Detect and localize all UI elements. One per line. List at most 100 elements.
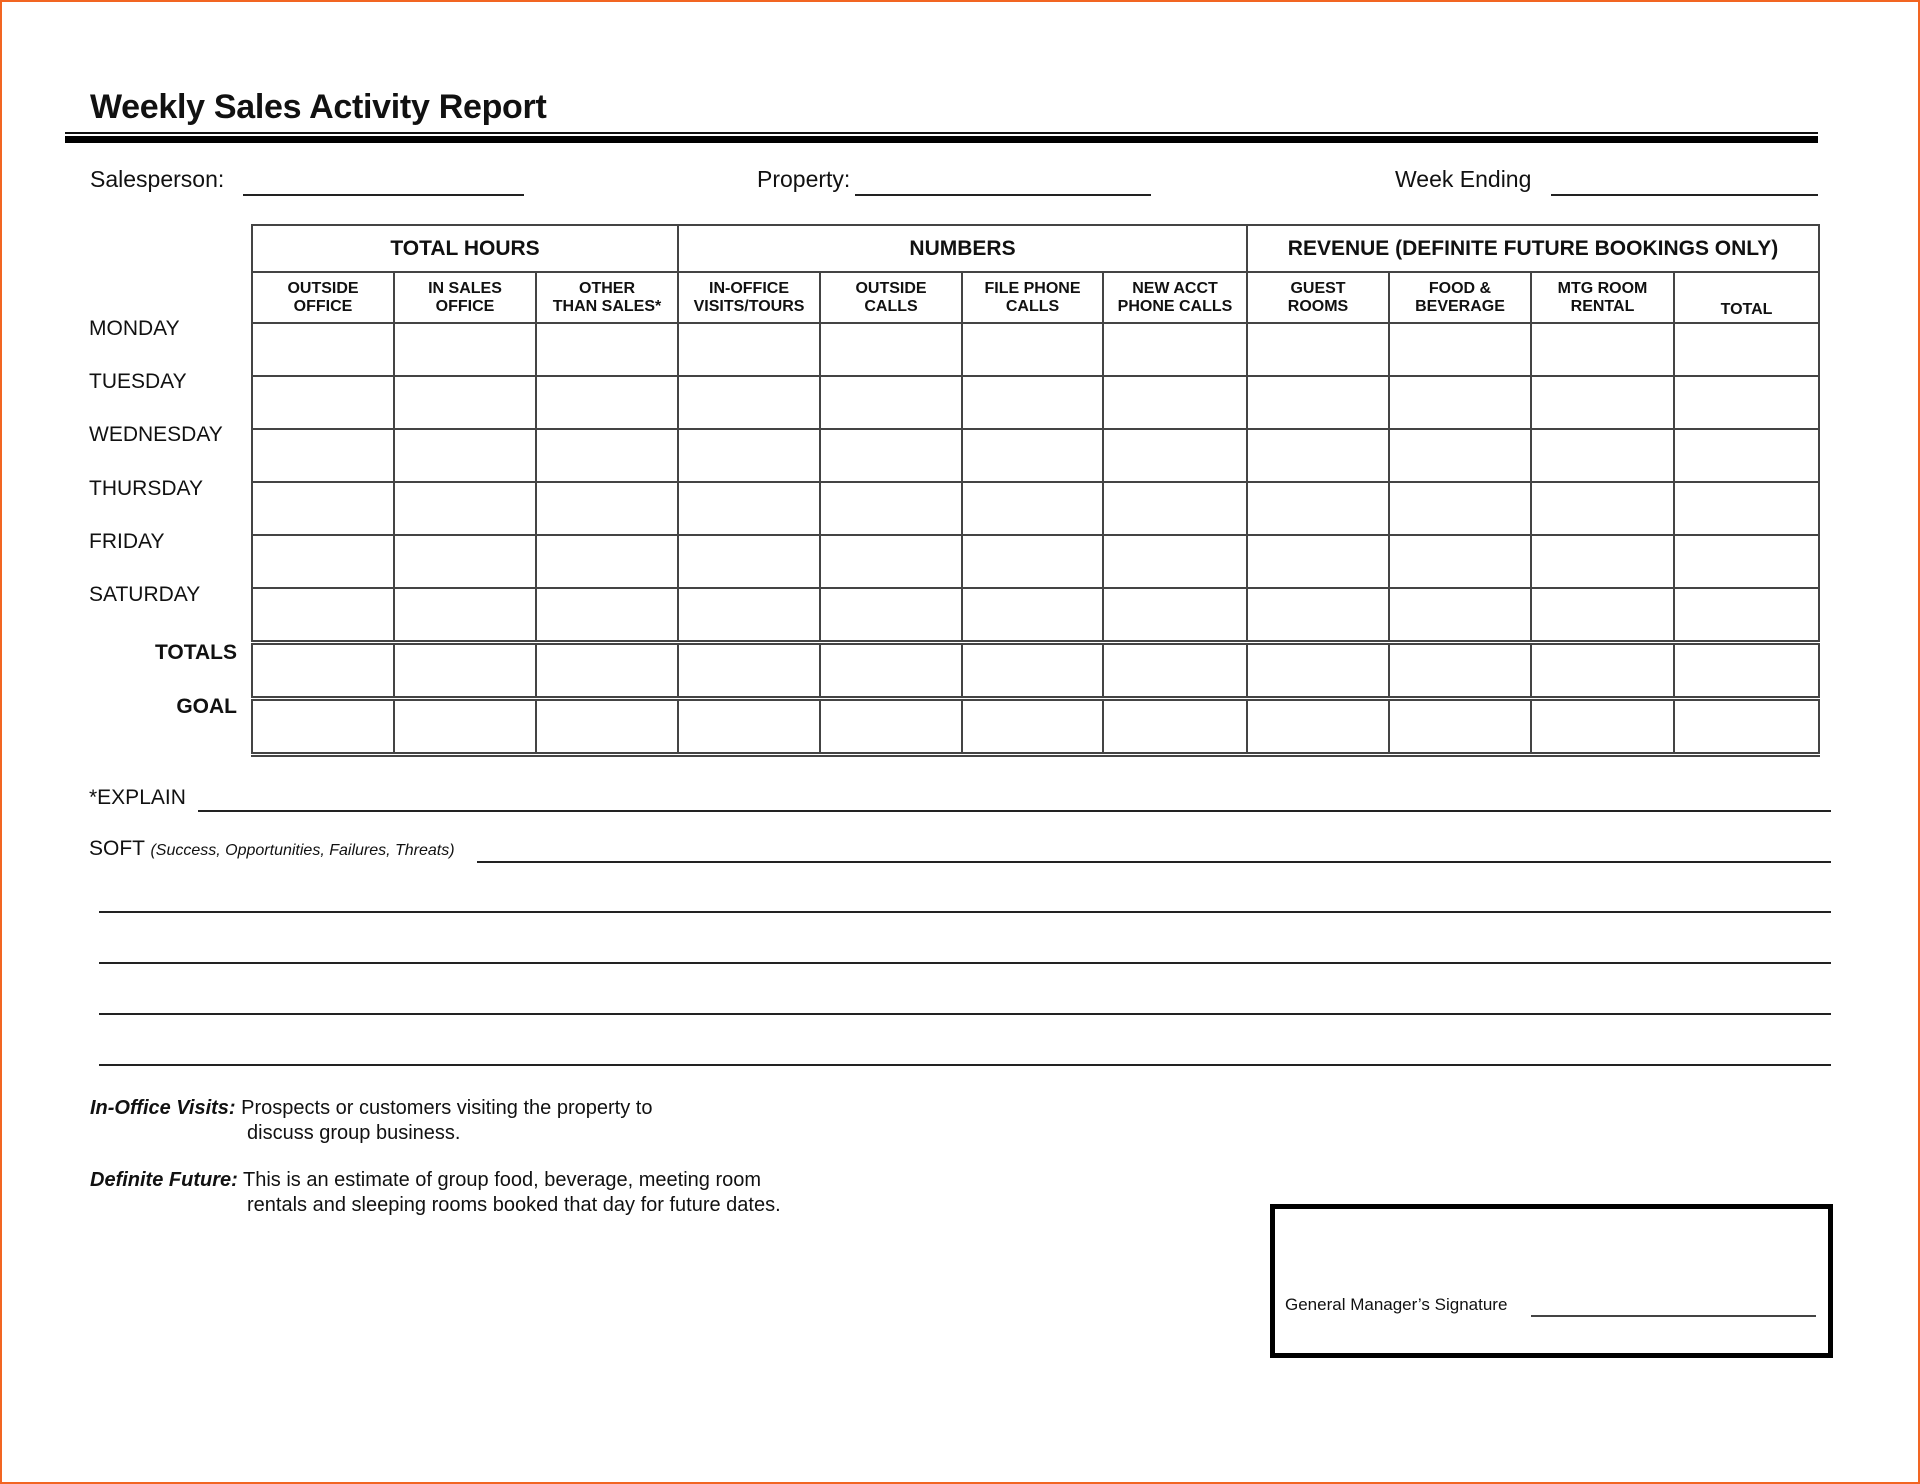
entry-cell[interactable]	[677, 534, 821, 589]
entry-cell[interactable]	[1246, 534, 1390, 589]
entry-cell[interactable]	[1388, 534, 1532, 589]
entry-cell[interactable]	[1388, 587, 1532, 644]
entry-cell[interactable]	[677, 322, 821, 377]
entry-cell[interactable]	[535, 696, 679, 757]
entry-cell[interactable]	[393, 534, 537, 589]
entry-cell[interactable]	[819, 534, 963, 589]
entry-cell[interactable]	[535, 375, 679, 430]
entry-cell[interactable]	[961, 322, 1104, 377]
entry-cell[interactable]	[1246, 481, 1390, 536]
entry-cell[interactable]	[961, 587, 1104, 644]
entry-cell[interactable]	[251, 322, 395, 377]
notes-line[interactable]	[99, 911, 1831, 913]
entry-cell[interactable]	[535, 640, 679, 700]
entry-cell[interactable]	[677, 640, 821, 700]
entry-cell[interactable]	[961, 534, 1104, 589]
entry-cell[interactable]	[961, 428, 1104, 483]
entry-cell[interactable]	[1388, 428, 1532, 483]
entry-cell[interactable]	[393, 375, 537, 430]
entry-cell[interactable]	[1246, 322, 1390, 377]
entry-cell[interactable]	[1673, 587, 1820, 644]
entry-cell[interactable]	[1102, 534, 1248, 589]
entry-cell[interactable]	[677, 696, 821, 757]
entry-cell[interactable]	[677, 375, 821, 430]
entry-cell[interactable]	[819, 640, 963, 700]
salesperson-field[interactable]	[243, 194, 524, 196]
week-ending-field[interactable]	[1551, 194, 1818, 196]
entry-cell[interactable]	[677, 428, 821, 483]
entry-cell[interactable]	[1388, 322, 1532, 377]
entry-cell[interactable]	[961, 481, 1104, 536]
entry-cell[interactable]	[677, 481, 821, 536]
entry-cell[interactable]	[251, 481, 395, 536]
entry-cell[interactable]	[251, 587, 395, 644]
notes-line[interactable]	[99, 1013, 1831, 1015]
entry-cell[interactable]	[1246, 428, 1390, 483]
entry-cell[interactable]	[251, 428, 395, 483]
entry-cell[interactable]	[1246, 696, 1390, 757]
entry-cell[interactable]	[535, 481, 679, 536]
property-field[interactable]	[855, 194, 1151, 196]
entry-cell[interactable]	[1388, 375, 1532, 430]
entry-cell[interactable]	[251, 534, 395, 589]
entry-cell[interactable]	[1388, 640, 1532, 700]
entry-cell[interactable]	[535, 428, 679, 483]
title-rule-thick	[65, 136, 1818, 143]
entry-cell[interactable]	[393, 640, 537, 700]
soft-field[interactable]	[477, 861, 1831, 863]
signature-field[interactable]	[1531, 1315, 1816, 1317]
entry-cell[interactable]	[1102, 322, 1248, 377]
entry-cell[interactable]	[1673, 640, 1820, 700]
entry-cell[interactable]	[961, 640, 1104, 700]
entry-cell[interactable]	[393, 587, 537, 644]
entry-cell[interactable]	[1673, 375, 1820, 430]
entry-cell[interactable]	[819, 696, 963, 757]
entry-cell[interactable]	[819, 481, 963, 536]
entry-cell[interactable]	[1530, 534, 1675, 589]
entry-cell[interactable]	[393, 322, 537, 377]
entry-cell[interactable]	[961, 696, 1104, 757]
entry-cell[interactable]	[251, 375, 395, 430]
entry-cell[interactable]	[535, 587, 679, 644]
entry-cell[interactable]	[393, 696, 537, 757]
entry-cell[interactable]	[535, 322, 679, 377]
entry-cell[interactable]	[819, 587, 963, 644]
entry-cell[interactable]	[1530, 481, 1675, 536]
entry-cell[interactable]	[677, 587, 821, 644]
entry-cell[interactable]	[1673, 428, 1820, 483]
notes-line[interactable]	[99, 962, 1831, 964]
entry-cell[interactable]	[1102, 481, 1248, 536]
entry-cell[interactable]	[1530, 428, 1675, 483]
entry-cell[interactable]	[1530, 696, 1675, 757]
entry-cell[interactable]	[1102, 428, 1248, 483]
entry-cell[interactable]	[1102, 587, 1248, 644]
entry-cell[interactable]	[1530, 322, 1675, 377]
entry-cell[interactable]	[393, 481, 537, 536]
entry-cell[interactable]	[535, 534, 679, 589]
entry-cell[interactable]	[251, 696, 395, 757]
entry-cell[interactable]	[1102, 375, 1248, 430]
explain-field[interactable]	[198, 810, 1831, 812]
column-header: IN SALES OFFICE	[393, 271, 537, 324]
entry-cell[interactable]	[1673, 696, 1820, 757]
entry-cell[interactable]	[1102, 696, 1248, 757]
entry-cell[interactable]	[819, 322, 963, 377]
entry-cell[interactable]	[1246, 587, 1390, 644]
entry-cell[interactable]	[251, 640, 395, 700]
entry-cell[interactable]	[393, 428, 537, 483]
entry-cell[interactable]	[1673, 322, 1820, 377]
notes-line[interactable]	[99, 1064, 1831, 1066]
entry-cell[interactable]	[1530, 375, 1675, 430]
entry-cell[interactable]	[1530, 640, 1675, 700]
entry-cell[interactable]	[1673, 534, 1820, 589]
entry-cell[interactable]	[1246, 375, 1390, 430]
entry-cell[interactable]	[1388, 696, 1532, 757]
entry-cell[interactable]	[1102, 640, 1248, 700]
entry-cell[interactable]	[1673, 481, 1820, 536]
entry-cell[interactable]	[1530, 587, 1675, 644]
entry-cell[interactable]	[819, 375, 963, 430]
entry-cell[interactable]	[961, 375, 1104, 430]
entry-cell[interactable]	[1388, 481, 1532, 536]
entry-cell[interactable]	[819, 428, 963, 483]
entry-cell[interactable]	[1246, 640, 1390, 700]
